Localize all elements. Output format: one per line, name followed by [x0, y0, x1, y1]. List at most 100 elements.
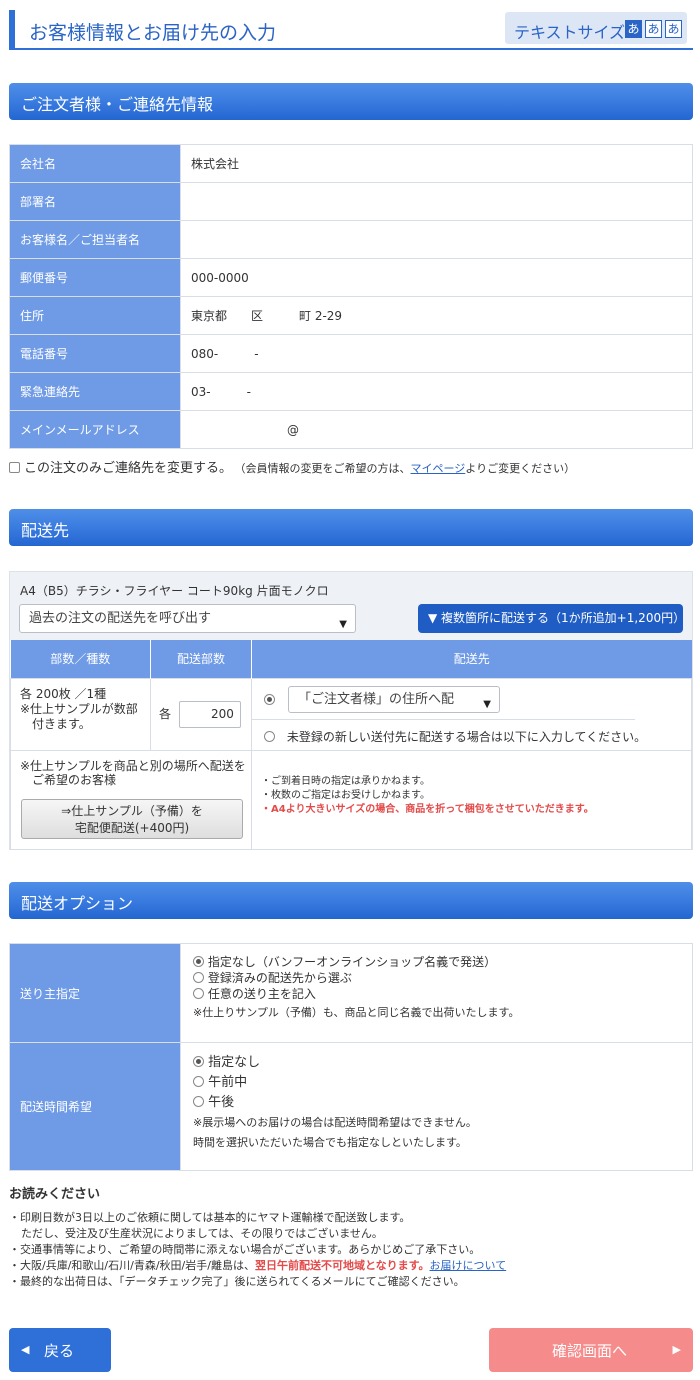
text-size-medium-button[interactable]: あ — [645, 20, 662, 38]
confirm-button-label: 確認画面へ — [552, 1342, 628, 1360]
shipping-section-title: 配送先 — [21, 521, 70, 540]
text-size-label: テキストサイズ — [514, 23, 626, 42]
multi-destination-button[interactable]: ▼ 複数箇所に配送する（1か所追加+1,200円） — [418, 604, 685, 633]
change-contact-note-before: （会員情報の変更をご希望の方は、 — [240, 462, 411, 475]
emergency-contact-value: 03- - — [180, 372, 693, 411]
col-qty-header: 配送部数 — [150, 640, 252, 678]
sender-label: 送り主指定 — [9, 943, 181, 1043]
dest-orderer-radio[interactable] — [264, 693, 275, 705]
notice-heading: お読みください — [9, 1187, 101, 1202]
customer-name-value — [180, 220, 693, 259]
emergency-contact-label: 緊急連絡先 — [9, 372, 181, 411]
new-address-radio[interactable] — [264, 730, 275, 742]
time-note-2: 時間を選択いただいた場合でも指定なしといたします。 — [193, 1136, 467, 1149]
dest-select-value: 「ご注文者様」の住所へ配 — [298, 691, 455, 707]
shipping-box: A4（B5）チラシ・フライヤー コート90kg 片面モノクロ 過去の注文の配送先… — [9, 571, 693, 850]
time-none-radio[interactable] — [193, 1056, 204, 1067]
dest-divider — [252, 718, 635, 720]
table-header-row: 部数／種数 配送部数 配送先 — [10, 640, 692, 678]
time-option-morning[interactable]: 午前中 — [193, 1075, 692, 1095]
page-header: お客様情報とお届け先の入力 テキストサイズ あ あ あ — [9, 10, 693, 50]
options-section-bar: 配送オプション — [9, 882, 693, 919]
orderer-info-table: 会社名 株式会社 部署名 お客様名／ご担当者名 郵便番号 000-0000 住所… — [9, 144, 693, 449]
sender-option-registered[interactable]: 登録済みの配送先から選ぶ — [193, 970, 692, 986]
orderer-section-bar: ご注文者様・ご連絡先情報 — [9, 83, 693, 120]
dest-cell: 「ご注文者様」の住所へ配 ▼ 未登録の新しい送付先に配送する場合は以下に入力して… — [251, 677, 692, 751]
text-size-large-button[interactable]: あ — [665, 20, 682, 38]
shipping-note-1: ・ご到着日時の指定は承りかねます。 — [261, 775, 430, 787]
time-morning-radio[interactable] — [193, 1076, 204, 1087]
shipping-notes-cell: ・ご到着日時の指定は承りかねます。 ・枚数のご指定はお受けしかねます。 ・A4よ… — [251, 749, 692, 850]
sample-delivery-button[interactable]: ⇒仕上サンプル（予備）を 宅配便配送(+400円) — [21, 798, 243, 839]
table-row: お客様名／ご担当者名 — [9, 220, 693, 259]
notice-line-2: ただし、受注及び生産状況によりましては、その限りではございません。 — [21, 1227, 383, 1240]
notice-line-4-text: ・大阪/兵庫/和歌山/石川/青森/秋田/岩手/離島は、 — [9, 1259, 255, 1272]
department-value — [180, 182, 693, 221]
qty-cell: 各 200 — [150, 677, 252, 751]
dest-orderer-radio-wrap — [264, 693, 275, 707]
new-address-label[interactable]: 未登録の新しい送付先に配送する場合は以下に入力してください。 — [287, 730, 646, 744]
sample-note-1: ※仕上サンプルを商品と別の場所へ配送を — [20, 758, 246, 773]
time-afternoon-radio[interactable] — [193, 1096, 204, 1107]
change-contact-checkbox[interactable] — [9, 462, 20, 473]
email-label: メインメールアドレス — [9, 410, 181, 449]
sender-option-custom[interactable]: 任意の送り主を記入 — [193, 986, 692, 1002]
time-option-morning-label: 午前中 — [208, 1075, 248, 1090]
col-dest-header: 配送先 — [251, 640, 692, 678]
table-row: 送り主指定 指定なし（バンフーオンラインショップ名義で発送） 登録済みの配送先か… — [9, 943, 693, 1043]
sender-option-none-label: 指定なし（バンフーオンラインショップ名義で発送） — [207, 955, 497, 969]
sender-registered-radio[interactable] — [193, 972, 204, 983]
table-row: 配送時間希望 指定なし 午前中 午後 ※展示場へのお届けの場合は配送時間希望はで… — [9, 1042, 693, 1171]
notice-line-5: ・最終的な出荷日は、「データチェック完了」後に送られてくるメールにてご確認くださ… — [9, 1275, 465, 1288]
shipping-warning: ・A4より大きいサイズの場合、商品を折って梱包をさせていただきます。 — [261, 803, 594, 815]
mypage-link[interactable]: マイページ — [411, 462, 466, 475]
delivery-time-cell: 指定なし 午前中 午後 ※展示場へのお届けの場合は配送時間希望はできません。 時… — [180, 1042, 693, 1171]
postal-code-label: 郵便番号 — [9, 258, 181, 297]
time-option-none[interactable]: 指定なし — [193, 1055, 692, 1075]
table-row: 部署名 — [9, 182, 693, 221]
sender-none-radio[interactable] — [193, 956, 204, 967]
time-option-afternoon-label: 午後 — [208, 1095, 235, 1110]
table-row: ※仕上サンプルを商品と別の場所へ配送を ご希望のお客様 ⇒仕上サンプル（予備）を… — [10, 749, 692, 850]
chevron-down-icon: ▼ — [339, 619, 347, 630]
qty-input[interactable]: 200 — [178, 700, 241, 728]
text-size-control: テキストサイズ あ あ あ — [505, 12, 687, 44]
text-size-small-button[interactable]: あ — [625, 20, 642, 38]
change-contact-label[interactable]: この注文のみご連絡先を変更する。 — [24, 461, 232, 476]
destination-table: 部数／種数 配送部数 配送先 各 200枚 ／1種 ※仕上サンプルが数部 付きま… — [10, 640, 692, 850]
back-button[interactable]: ◀ 戻る — [9, 1328, 111, 1372]
sample-note-2: ご希望のお客様 — [32, 772, 117, 787]
email-value: @ — [180, 410, 693, 449]
sender-option-none[interactable]: 指定なし（バンフーオンラインショップ名義で発送） — [193, 954, 692, 970]
address-value: 東京都 区 町 2-29 — [180, 296, 693, 335]
delivery-info-link[interactable]: お届けについて — [430, 1259, 507, 1272]
table-row: メインメールアドレス @ — [9, 410, 693, 449]
notice-block: お読みください ・印刷日数が3日以上のご依頼に関しては基本的にヤマト運輸様で配送… — [9, 1183, 693, 1290]
past-address-select[interactable]: 過去の注文の配送先を呼び出す ▼ — [19, 604, 356, 633]
address-label: 住所 — [9, 296, 181, 335]
notice-line-4-warning: 翌日午前配送不可地域となります。 — [254, 1259, 430, 1272]
past-address-select-value: 過去の注文の配送先を呼び出す — [29, 611, 212, 626]
product-name: A4（B5）チラシ・フライヤー コート90kg 片面モノクロ — [20, 584, 329, 598]
table-row: 会社名 株式会社 — [9, 144, 693, 183]
sender-custom-radio[interactable] — [193, 988, 204, 999]
notice-line-4: ・大阪/兵庫/和歌山/石川/青森/秋田/岩手/離島は、翌日午前配送不可地域となり… — [9, 1258, 693, 1274]
confirm-button[interactable]: 確認画面へ ▶ — [489, 1328, 693, 1372]
delivery-time-label: 配送時間希望 — [9, 1042, 181, 1171]
new-address-row: 未登録の新しい送付先に配送する場合は以下に入力してください。 — [264, 728, 646, 745]
sender-option-registered-label: 登録済みの配送先から選ぶ — [207, 971, 352, 985]
time-option-afternoon[interactable]: 午後 — [193, 1095, 692, 1115]
options-table: 送り主指定 指定なし（バンフーオンラインショップ名義で発送） 登録済みの配送先か… — [9, 943, 693, 1171]
phone-value: 080- - — [180, 334, 693, 373]
change-contact-note: （会員情報の変更をご希望の方は、マイページよりご変更ください） — [240, 462, 575, 475]
time-option-none-label: 指定なし — [208, 1055, 261, 1070]
dest-select[interactable]: 「ご注文者様」の住所へ配 ▼ — [288, 685, 500, 713]
kind-line-2: ※仕上サンプルが数部 — [20, 701, 138, 716]
notice-line-3: ・交通事情等により、ご希望の時間帯に添えない場合がございます。あらかじめご了承下… — [9, 1243, 481, 1256]
chevron-down-icon: ▼ — [483, 698, 491, 710]
table-row: 緊急連絡先 03- - — [9, 372, 693, 411]
sample-cell: ※仕上サンプルを商品と別の場所へ配送を ご希望のお客様 ⇒仕上サンプル（予備）を… — [10, 749, 252, 850]
customer-name-label: お客様名／ご担当者名 — [9, 220, 181, 259]
sender-option-custom-label: 任意の送り主を記入 — [207, 987, 316, 1001]
table-row: 住所 東京都 区 町 2-29 — [9, 296, 693, 335]
